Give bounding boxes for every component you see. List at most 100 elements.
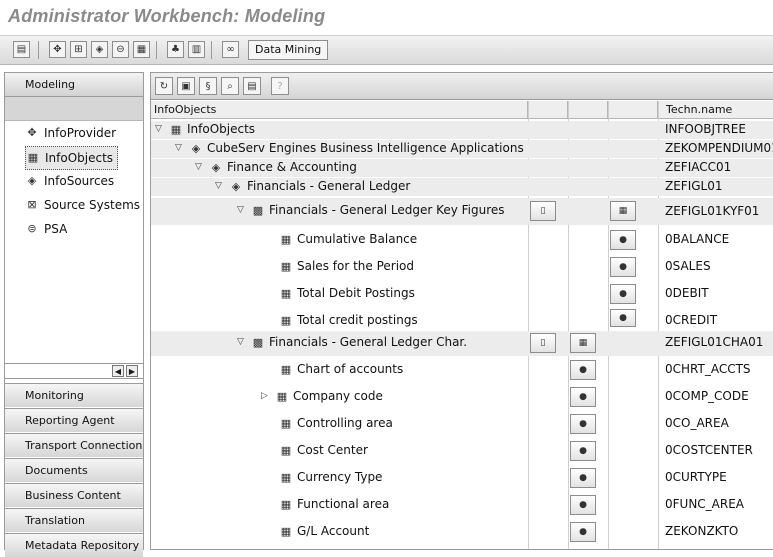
tree-icon[interactable]: ♣ bbox=[167, 41, 184, 58]
nav-item-psa[interactable]: ⊜ PSA bbox=[25, 218, 67, 240]
keyfigure-button[interactable]: ▦ bbox=[610, 201, 636, 221]
expand-closed-icon[interactable]: ▷ bbox=[261, 391, 271, 401]
tree-row[interactable]: ▷ ▦ Company code ● 0COMP_CODE bbox=[151, 385, 773, 410]
database-icon[interactable]: ⊖ bbox=[112, 41, 129, 58]
tree-node[interactable]: ▦ Functional area bbox=[279, 497, 390, 511]
info-button[interactable]: ▯ bbox=[530, 201, 556, 221]
status-button[interactable]: ● bbox=[570, 360, 596, 380]
status-button[interactable]: ● bbox=[570, 414, 596, 434]
nav-button-metadata-repository[interactable]: Metadata Repository bbox=[5, 533, 143, 557]
expand-open-icon[interactable]: ▽ bbox=[195, 162, 205, 172]
status-button[interactable]: ● bbox=[610, 230, 636, 250]
nav-scrollbar[interactable]: ◀ ▶ bbox=[5, 363, 143, 379]
status-button[interactable]: ● bbox=[610, 284, 636, 304]
tree-row[interactable]: ▦ Functional area ● 0FUNC_AREA bbox=[151, 493, 773, 518]
layout-icon[interactable]: ▤ bbox=[13, 41, 30, 58]
tree-node[interactable]: ▽ ▩ Financials - General Ledger Key Figu… bbox=[237, 203, 505, 217]
tree-row[interactable]: ▦ Total Debit Postings ● 0DEBIT bbox=[151, 282, 773, 307]
display-icon[interactable]: ▣ bbox=[177, 77, 195, 95]
tree-row[interactable]: ▦ Currency Type ● 0CURTYPE bbox=[151, 466, 773, 491]
expand-open-icon[interactable]: ▽ bbox=[237, 205, 247, 215]
tree-row[interactable]: ▽ ▦ InfoObjects INFOOBJTREE bbox=[151, 121, 773, 139]
status-button[interactable]: ● bbox=[570, 468, 596, 488]
refresh-icon[interactable]: ↻ bbox=[155, 77, 173, 95]
node-label: Total Debit Postings bbox=[297, 286, 415, 300]
nav-item-infoobjects[interactable]: ▦ InfoObjects bbox=[25, 146, 119, 170]
scroll-left-icon[interactable]: ◀ bbox=[112, 365, 124, 377]
nav-button-translation[interactable]: Translation bbox=[5, 508, 143, 532]
nav-button-reporting-agent[interactable]: Reporting Agent bbox=[5, 408, 143, 432]
tree-row[interactable]: ▽ ▩ Financials - General Ledger Char. ▯ … bbox=[151, 331, 773, 356]
infocube-icon[interactable]: ⊞ bbox=[70, 41, 87, 58]
nav-button-business-content[interactable]: Business Content bbox=[5, 483, 143, 507]
tree-row[interactable]: ▽ ▩ Financials - General Ledger Key Figu… bbox=[151, 198, 773, 225]
tree-row[interactable]: ▦ Sales for the Period ● 0SALES bbox=[151, 255, 773, 280]
status-button[interactable]: ● bbox=[570, 522, 596, 542]
nav-item-infoprovider[interactable]: ✥ InfoProvider bbox=[25, 122, 116, 144]
tree-row[interactable]: ▦ Cost Center ● 0COSTCENTER bbox=[151, 439, 773, 464]
status-button[interactable]: ● bbox=[570, 495, 596, 515]
data-mining-button[interactable]: Data Mining bbox=[248, 40, 329, 60]
tree-row[interactable]: ▦ G/L Account ● ZEKONZKTO bbox=[151, 520, 773, 545]
tree-node[interactable]: ▦ G/L Account bbox=[279, 524, 370, 538]
status-button[interactable]: ● bbox=[610, 257, 636, 277]
nav-item-infosources[interactable]: ◈ InfoSources bbox=[25, 170, 114, 192]
link-icon[interactable]: ∞ bbox=[222, 41, 239, 58]
nav-band bbox=[5, 97, 143, 121]
tree-node[interactable]: ▦ Controlling area bbox=[279, 416, 393, 430]
info-icon[interactable]: ? bbox=[271, 77, 289, 95]
infoobjects-tree-grid: ↻ ▣ § ⌕ ▤ ? InfoObjects Techn.name ▽ ▦ I… bbox=[150, 72, 773, 550]
infosource-icon[interactable]: ◈ bbox=[91, 41, 108, 58]
characteristic-button[interactable]: ▦ bbox=[570, 333, 596, 353]
tree-node[interactable]: ▦ Cumulative Balance bbox=[279, 232, 417, 246]
modeling-header[interactable]: Modeling bbox=[5, 73, 143, 97]
nav-button-monitoring[interactable]: Monitoring bbox=[5, 383, 143, 407]
infoprovider-icon[interactable]: ✥ bbox=[49, 41, 66, 58]
expand-open-icon[interactable]: ▽ bbox=[237, 337, 247, 347]
nav-button-transport-connection[interactable]: Transport Connection bbox=[5, 433, 143, 457]
tree-row[interactable]: ▦ Chart of accounts ● 0CHRT_ACCTS bbox=[151, 358, 773, 383]
nav-item-label: InfoObjects bbox=[45, 151, 114, 165]
info-button[interactable]: ▯ bbox=[530, 333, 556, 353]
tree-node[interactable]: ▦ Cost Center bbox=[279, 443, 368, 457]
tree-node[interactable]: ▦ Chart of accounts bbox=[279, 362, 403, 376]
tree-node[interactable]: ▦ Currency Type bbox=[279, 470, 383, 484]
status-button[interactable]: ● bbox=[570, 441, 596, 461]
expand-open-icon[interactable]: ▽ bbox=[175, 143, 185, 153]
tree-node[interactable]: ▽ ◈ Finance & Accounting bbox=[195, 160, 357, 174]
tree-node[interactable]: ▦ Total credit postings bbox=[279, 313, 418, 327]
tree-row[interactable]: ▦ Cumulative Balance ● 0BALANCE bbox=[151, 228, 773, 253]
tree-node[interactable]: ▦ Sales for the Period bbox=[279, 259, 414, 273]
tree-row[interactable]: ▦ Total credit postings ● 0CREDIT bbox=[151, 309, 773, 329]
tree-row[interactable]: ▽ ◈ Financials - General Ledger ZEFIGL01 bbox=[151, 178, 773, 196]
status-button[interactable]: ● bbox=[610, 309, 636, 327]
nav-button-documents[interactable]: Documents bbox=[5, 458, 143, 482]
column-header-2[interactable] bbox=[568, 101, 608, 119]
column-header-techn-name[interactable]: Techn.name bbox=[658, 101, 773, 119]
keyfigure-icon: ▦ bbox=[280, 313, 292, 327]
status-button[interactable]: ● bbox=[570, 387, 596, 407]
expand-open-icon[interactable]: ▽ bbox=[215, 181, 225, 191]
tree-node[interactable]: ▽ ◈ Financials - General Ledger bbox=[215, 179, 410, 193]
tree-row[interactable]: ▽ ◈ CubeServ Engines Business Intelligen… bbox=[151, 140, 773, 158]
tree-node[interactable]: ▽ ▩ Financials - General Ledger Char. bbox=[237, 335, 467, 349]
find-icon[interactable]: ⌕ bbox=[221, 77, 239, 95]
tree-row[interactable]: ▽ ◈ Finance & Accounting ZEFIACC01 bbox=[151, 159, 773, 177]
characteristic-icon: ▦ bbox=[280, 470, 292, 484]
tree-row[interactable]: ▦ Controlling area ● 0CO_AREA bbox=[151, 412, 773, 437]
save-icon[interactable]: ▥ bbox=[188, 41, 205, 58]
source-system-icon: ⊠ bbox=[27, 198, 37, 211]
tree-node[interactable]: ▽ ◈ CubeServ Engines Business Intelligen… bbox=[175, 141, 524, 155]
nav-item-source-systems[interactable]: ⊠ Source Systems bbox=[25, 194, 140, 216]
column-header-3[interactable] bbox=[608, 101, 658, 119]
tree-node[interactable]: ▽ ▦ InfoObjects bbox=[155, 122, 255, 136]
column-header-infoobjects[interactable]: InfoObjects bbox=[151, 101, 528, 119]
column-header-1[interactable] bbox=[528, 101, 568, 119]
tree-node[interactable]: ▷ ▦ Company code bbox=[261, 389, 383, 403]
expand-open-icon[interactable]: ▽ bbox=[155, 124, 165, 134]
details-icon[interactable]: ▤ bbox=[243, 77, 261, 95]
infoobject-icon[interactable]: ▦ bbox=[133, 41, 150, 58]
settings-icon[interactable]: § bbox=[199, 77, 217, 95]
scroll-right-icon[interactable]: ▶ bbox=[126, 365, 138, 377]
tree-node[interactable]: ▦ Total Debit Postings bbox=[279, 286, 415, 300]
